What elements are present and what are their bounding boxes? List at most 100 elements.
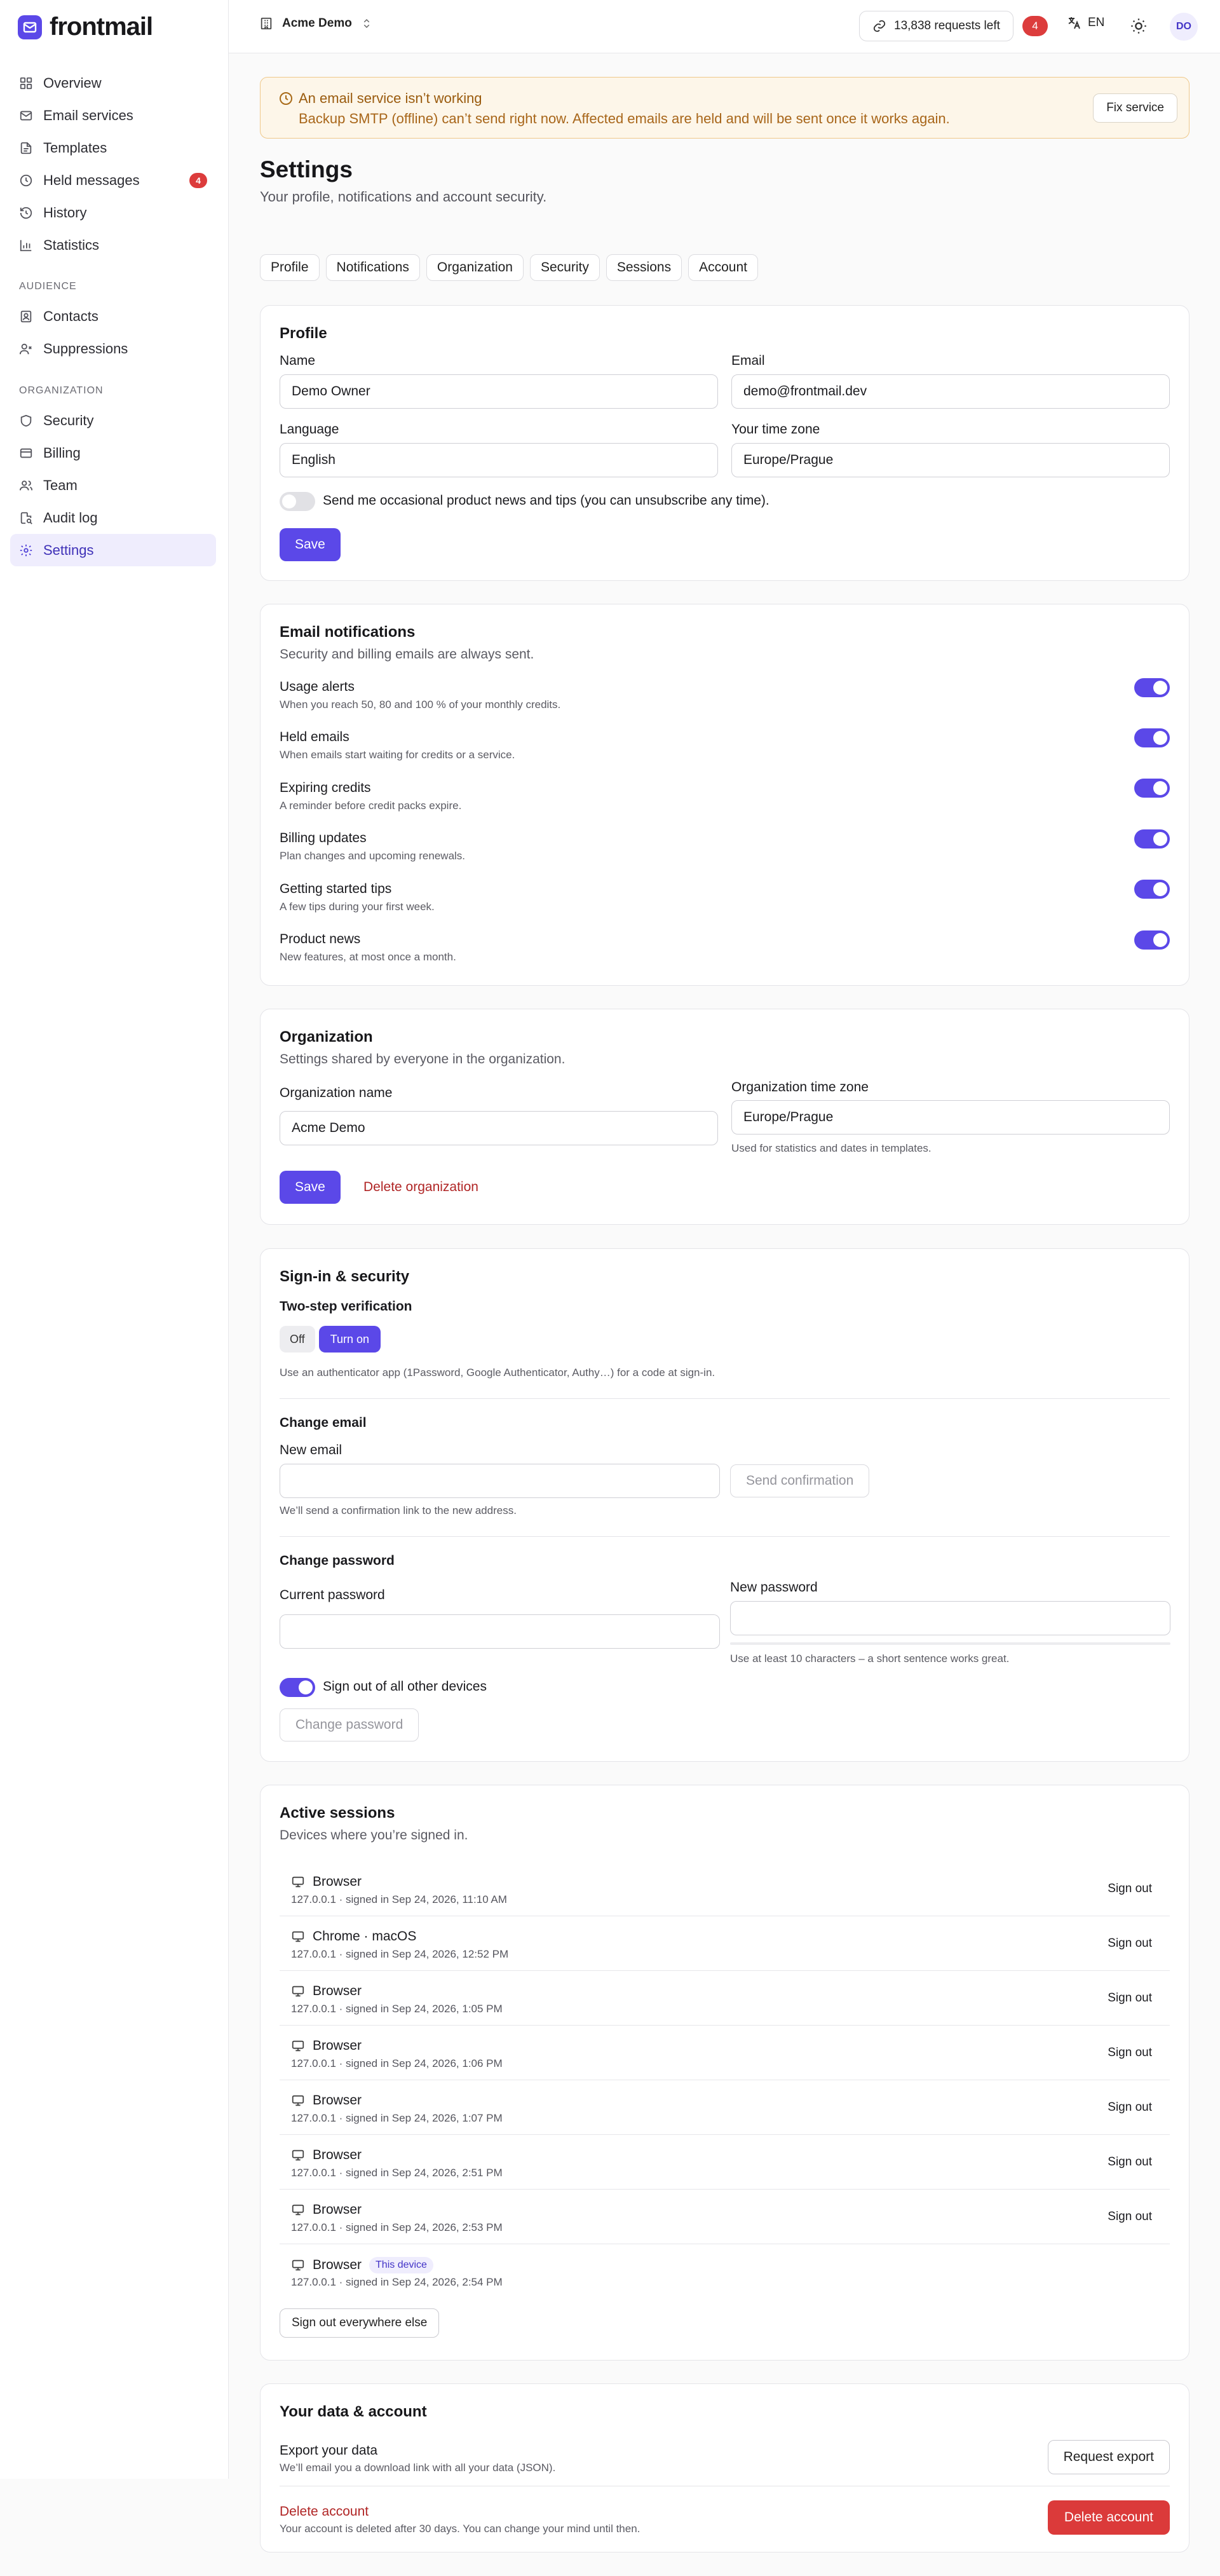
delete-organization-button[interactable]: Delete organization bbox=[363, 1180, 478, 1195]
sidebar-item-history[interactable]: History bbox=[10, 196, 216, 229]
session-device: Browser bbox=[313, 2148, 362, 2162]
sidebar-item-label: Templates bbox=[43, 139, 107, 156]
session-signout-button[interactable]: Sign out bbox=[1108, 1937, 1152, 1951]
session-meta: 127.0.0.1 · signed in Sep 24, 2026, 1:07… bbox=[291, 2112, 503, 2124]
held-count-badge: 4 bbox=[189, 172, 207, 188]
sidebar-item-security[interactable]: Security bbox=[10, 404, 216, 437]
timezone-select[interactable]: Europe/Prague bbox=[731, 443, 1170, 477]
org-save-button[interactable]: Save bbox=[280, 1171, 341, 1204]
page-subtitle: Your profile, notifications and account … bbox=[260, 189, 547, 205]
sidebar-item-overview[interactable]: Overview bbox=[10, 67, 216, 99]
session-device: Browser bbox=[313, 1874, 362, 1889]
usage-alerts-toggle[interactable] bbox=[1134, 678, 1170, 697]
billing-updates-toggle[interactable] bbox=[1134, 829, 1170, 848]
sidebar-item-audit-log[interactable]: Audit log bbox=[10, 501, 216, 534]
signout-other-devices-label: Sign out of all other devices bbox=[323, 1679, 487, 1694]
chart-icon bbox=[20, 240, 32, 251]
brand-logo[interactable]: frontmail bbox=[18, 13, 153, 41]
tab-security[interactable]: Security bbox=[530, 254, 600, 281]
session-device: Browser bbox=[313, 1984, 362, 1998]
name-input[interactable]: Demo Owner bbox=[280, 374, 718, 409]
session-device: Browser bbox=[313, 2038, 362, 2053]
sidebar-item-email-services[interactable]: Email services bbox=[10, 99, 216, 132]
session-signout-button[interactable]: Sign out bbox=[1108, 2101, 1152, 2115]
language-select[interactable]: English bbox=[280, 443, 718, 477]
held-emails-toggle[interactable] bbox=[1134, 728, 1170, 747]
tab-sessions[interactable]: Sessions bbox=[606, 254, 682, 281]
security-title: Sign-in & security bbox=[280, 1268, 410, 1285]
nav-section-audience: AUDIENCE bbox=[19, 281, 77, 292]
session-signout-button[interactable]: Sign out bbox=[1108, 1882, 1152, 1896]
sidebar-item-templates[interactable]: Templates bbox=[10, 132, 216, 164]
gear-icon bbox=[20, 544, 32, 556]
expiring-credits-desc: A reminder before credit packs expire. bbox=[280, 800, 462, 812]
monitor-icon bbox=[292, 2204, 304, 2216]
new-password-input[interactable] bbox=[730, 1601, 1170, 1635]
monitor-icon bbox=[292, 1931, 304, 1942]
signout-everywhere-button[interactable]: Sign out everywhere else bbox=[280, 2308, 440, 2338]
nav-section-organization: ORGANIZATION bbox=[19, 385, 104, 396]
session-row: Chrome · macOS 127.0.0.1 · signed in Sep… bbox=[280, 1916, 1170, 1971]
alerts-badge[interactable]: 4 bbox=[1022, 16, 1048, 36]
tab-notifications[interactable]: Notifications bbox=[325, 254, 420, 281]
sidebar-item-held-messages[interactable]: Held messages 4 bbox=[10, 164, 216, 196]
page-title: Settings bbox=[260, 156, 353, 182]
language-switcher[interactable]: EN bbox=[1066, 15, 1104, 31]
theme-toggle[interactable] bbox=[1130, 17, 1148, 35]
organization-nav: Security Billing Team Audit log Settings bbox=[10, 404, 216, 566]
delete-account-button[interactable]: Delete account bbox=[1047, 2500, 1170, 2535]
delete-account-title: Delete account bbox=[280, 2504, 369, 2519]
org-name-input[interactable]: Acme Demo bbox=[280, 1111, 718, 1145]
email-input[interactable]: demo@frontmail.dev bbox=[731, 374, 1170, 409]
workspace-switcher[interactable]: Acme Demo bbox=[259, 17, 372, 31]
tab-organization[interactable]: Organization bbox=[426, 254, 524, 281]
sidebar-item-suppressions[interactable]: Suppressions bbox=[10, 332, 216, 365]
getting-started-toggle[interactable] bbox=[1134, 880, 1170, 899]
sidebar-item-billing[interactable]: Billing bbox=[10, 437, 216, 469]
fix-service-button[interactable]: Fix service bbox=[1093, 93, 1177, 123]
current-password-input[interactable] bbox=[280, 1614, 720, 1649]
product-news-toggle[interactable] bbox=[1134, 930, 1170, 950]
tab-profile[interactable]: Profile bbox=[260, 254, 320, 281]
change-password-button[interactable]: Change password bbox=[280, 1708, 419, 1741]
sidebar-item-team[interactable]: Team bbox=[10, 469, 216, 501]
session-device: Browser bbox=[313, 2093, 362, 2108]
org-timezone-select[interactable]: Europe/Prague bbox=[731, 1100, 1170, 1135]
session-signout-button[interactable]: Sign out bbox=[1108, 2155, 1152, 2169]
audience-nav: Contacts Suppressions bbox=[10, 300, 216, 365]
requests-left-button[interactable]: 13,838 requests left bbox=[859, 11, 1013, 41]
monitor-icon bbox=[292, 2259, 304, 2271]
sidebar-item-settings[interactable]: Settings bbox=[10, 534, 216, 566]
send-confirmation-button[interactable]: Send confirmation bbox=[730, 1464, 870, 1497]
language-label: Language bbox=[280, 422, 339, 437]
profile-save-button[interactable]: Save bbox=[280, 528, 341, 561]
session-signout-button[interactable]: Sign out bbox=[1108, 1991, 1152, 2005]
grid-icon bbox=[20, 77, 32, 89]
sidebar-item-contacts[interactable]: Contacts bbox=[10, 300, 216, 332]
two-step-off-button[interactable]: Off bbox=[280, 1326, 315, 1353]
session-row: Browser 127.0.0.1 · signed in Sep 24, 20… bbox=[280, 2026, 1170, 2080]
new-email-input[interactable] bbox=[280, 1464, 720, 1498]
tab-account[interactable]: Account bbox=[688, 254, 758, 281]
user-x-icon bbox=[19, 343, 32, 354]
session-signout-button[interactable]: Sign out bbox=[1108, 2046, 1152, 2060]
audit-icon bbox=[20, 512, 32, 524]
organization-title: Organization bbox=[280, 1028, 373, 1046]
expiring-credits-toggle[interactable] bbox=[1134, 779, 1170, 798]
signout-other-devices-toggle[interactable] bbox=[280, 1678, 315, 1697]
session-row: Browser 127.0.0.1 · signed in Sep 24, 20… bbox=[280, 2190, 1170, 2244]
newsletter-toggle[interactable] bbox=[280, 492, 315, 511]
avatar[interactable]: DO bbox=[1170, 13, 1198, 41]
session-device: Chrome · macOS bbox=[313, 1929, 417, 1944]
sessions-title: Active sessions bbox=[280, 1804, 395, 1822]
notifications-card: Email notifications Security and billing… bbox=[260, 604, 1190, 986]
two-step-turn-on-button[interactable]: Turn on bbox=[318, 1326, 381, 1353]
session-signout-button[interactable]: Sign out bbox=[1108, 2210, 1152, 2224]
two-step-switch: Off Turn on bbox=[280, 1326, 381, 1353]
request-export-button[interactable]: Request export bbox=[1047, 2440, 1170, 2474]
usage-alerts-title: Usage alerts bbox=[280, 679, 355, 694]
security-card: Sign-in & security Two-step verification… bbox=[260, 1248, 1190, 1762]
session-meta: 127.0.0.1 · signed in Sep 24, 2026, 12:5… bbox=[291, 1948, 509, 1960]
sidebar-item-statistics[interactable]: Statistics bbox=[10, 229, 216, 261]
product-news-desc: New features, at most once a month. bbox=[280, 951, 456, 963]
